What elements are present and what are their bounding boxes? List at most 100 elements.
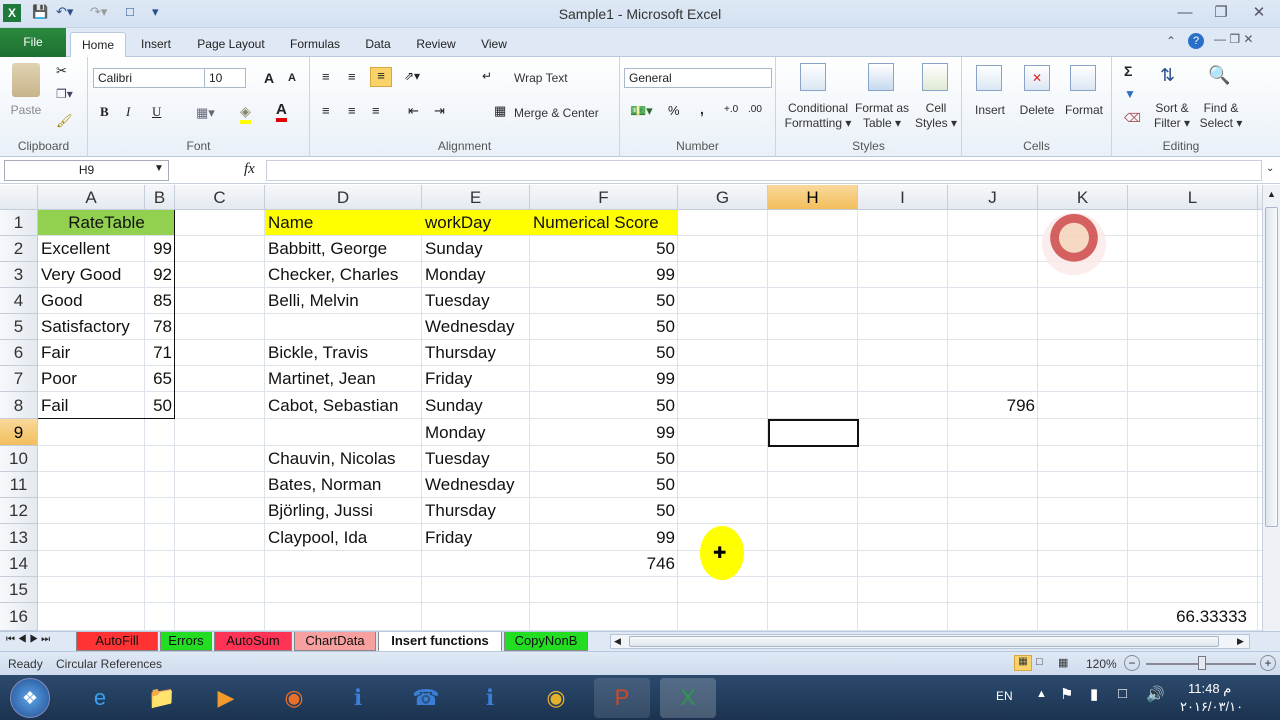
number-format-combo[interactable]: General (624, 68, 772, 88)
cell-f4[interactable]: 50 (530, 288, 678, 314)
decrease-indent-icon[interactable]: ⇤ (408, 103, 419, 119)
column-header-h[interactable]: H (768, 185, 858, 210)
powerpoint-icon[interactable]: P (594, 678, 650, 718)
conditional-formatting-icon[interactable] (800, 63, 826, 91)
row-header-15[interactable]: 15 (0, 577, 38, 603)
row-header-13[interactable]: 13 (0, 524, 38, 551)
cell-a1[interactable]: RateTable (38, 210, 175, 236)
orientation-icon[interactable]: ⇗▾ (404, 69, 420, 83)
format-cells-icon[interactable] (1070, 65, 1096, 91)
cell-b7[interactable]: 65 (145, 366, 175, 392)
clear-icon[interactable]: ⌫ (1124, 111, 1141, 125)
currency-icon[interactable]: 💵▾ (630, 103, 653, 119)
cell-f1[interactable]: Numerical Score (530, 210, 678, 236)
zoom-level[interactable]: 120% (1086, 657, 1117, 671)
cell-j8[interactable]: 796 (948, 392, 1038, 419)
merge-center-button[interactable]: Merge & Center (514, 106, 599, 121)
fill-icon[interactable]: ▼ (1124, 87, 1136, 101)
explorer-icon[interactable]: 📁 (134, 678, 190, 718)
clock-time[interactable]: 11:48 م (1188, 681, 1231, 697)
page-break-view-icon[interactable]: ▦ (1058, 656, 1068, 669)
cell-f12[interactable]: 50 (530, 498, 678, 524)
info-app-icon[interactable]: ℹ (330, 678, 386, 718)
cut-icon[interactable]: ✂ (56, 63, 67, 79)
cell-d11[interactable]: Bates, Norman (265, 472, 422, 498)
grow-font-icon[interactable]: A (264, 70, 274, 86)
cell-d2[interactable]: Babbitt, George (265, 236, 422, 262)
flag-icon[interactable]: ⚑ (1060, 685, 1073, 703)
font-size-combo[interactable]: 10 (204, 68, 246, 88)
sheet-tab-autosum[interactable]: AutoSum (214, 632, 292, 651)
increase-decimal-icon[interactable]: +.0 (724, 104, 738, 115)
cell-b8[interactable]: 50 (145, 392, 175, 419)
show-hidden-icons[interactable]: ▲ (1036, 688, 1047, 700)
media-player-icon[interactable]: ▶ (198, 678, 254, 718)
zoom-in-icon[interactable]: + (1260, 655, 1276, 671)
column-header-g[interactable]: G (678, 185, 768, 210)
align-left-icon[interactable]: ≡ (322, 103, 330, 118)
cell-f13[interactable]: 99 (530, 524, 678, 551)
align-middle-icon[interactable]: ≡ (348, 69, 356, 84)
delete-cells-button[interactable]: Delete (1014, 103, 1060, 118)
status-circular-references[interactable]: Circular References (56, 657, 162, 671)
network-icon[interactable]: □ (1118, 685, 1127, 702)
comma-button[interactable]: , (700, 101, 704, 117)
tab-home[interactable]: Home (70, 32, 126, 58)
underline-button[interactable]: U (152, 104, 161, 120)
row-header-16[interactable]: 16 (0, 603, 38, 631)
clock-date[interactable]: ۲۰۱۶/۰۳/۱۰ (1180, 699, 1243, 715)
conditional-formatting-button[interactable]: Conditional Formatting ▾ (780, 101, 856, 131)
italic-button[interactable]: I (126, 104, 130, 120)
cell-b4[interactable]: 85 (145, 288, 175, 314)
insert-cells-icon[interactable] (976, 65, 1002, 91)
row-header-3[interactable]: 3 (0, 262, 38, 288)
close-button[interactable]: ✕ (1244, 2, 1274, 24)
cell-f11[interactable]: 50 (530, 472, 678, 498)
increase-indent-icon[interactable]: ⇥ (434, 103, 445, 119)
expand-formula-icon[interactable]: ⌄ (1266, 163, 1274, 174)
format-as-table-icon[interactable] (868, 63, 894, 91)
column-header-l[interactable]: L (1128, 185, 1258, 210)
tab-review[interactable]: Review (408, 32, 464, 56)
scroll-up-icon[interactable]: ▲ (1267, 189, 1276, 199)
sheet-tab-autofill[interactable]: AutoFill (76, 632, 158, 651)
firefox-icon[interactable]: ◉ (266, 678, 322, 718)
sheet-tab-chartdata[interactable]: ChartData (294, 632, 376, 651)
tab-view[interactable]: View (472, 32, 516, 56)
align-top-icon[interactable]: ≡ (322, 69, 330, 84)
vertical-scrollbar[interactable]: ▲ (1262, 185, 1280, 631)
start-button[interactable]: ❖ (10, 678, 50, 718)
cell-d1[interactable]: Name (265, 210, 422, 236)
tab-page-layout[interactable]: Page Layout (190, 32, 272, 56)
column-header-c[interactable]: C (175, 185, 265, 210)
cell-f3[interactable]: 99 (530, 262, 678, 288)
shrink-font-icon[interactable]: A (288, 72, 296, 84)
cell-f14[interactable]: 746 (530, 551, 678, 577)
tab-file[interactable]: File (0, 28, 66, 57)
copy-icon[interactable]: ❐▾ (56, 87, 73, 101)
cell-d12[interactable]: Björling, Jussi (265, 498, 422, 524)
tab-insert[interactable]: Insert (130, 32, 182, 56)
cell-d7[interactable]: Martinet, Jean (265, 366, 422, 392)
cell-b5[interactable]: 78 (145, 314, 175, 340)
cell-l16[interactable]: 66.33333 (1128, 603, 1250, 631)
align-right-icon[interactable]: ≡ (372, 103, 380, 118)
row-header-11[interactable]: 11 (0, 472, 38, 498)
wrap-text-button[interactable]: Wrap Text (514, 71, 568, 86)
font-name-combo[interactable]: Calibri (93, 68, 205, 88)
minimize-button[interactable]: — (1170, 2, 1200, 24)
name-box-dropdown-icon[interactable]: ▼ (154, 163, 164, 174)
row-header-12[interactable]: 12 (0, 498, 38, 524)
cell-f9[interactable]: 99 (530, 419, 678, 446)
fill-color-icon[interactable]: ◈ (240, 103, 251, 124)
row-header-5[interactable]: 5 (0, 314, 38, 340)
cell-styles-button[interactable]: Cell Styles ▾ (910, 101, 962, 131)
page-layout-view-icon[interactable]: □ (1036, 656, 1043, 668)
row-header-2[interactable]: 2 (0, 236, 38, 262)
chrome-icon[interactable]: ◉ (528, 678, 584, 718)
zoom-out-icon[interactable]: − (1124, 655, 1140, 671)
cell-d13[interactable]: Claypool, Ida (265, 524, 422, 551)
cell-f7[interactable]: 99 (530, 366, 678, 392)
fx-icon[interactable]: fx (244, 161, 255, 178)
cell-b6[interactable]: 71 (145, 340, 175, 366)
